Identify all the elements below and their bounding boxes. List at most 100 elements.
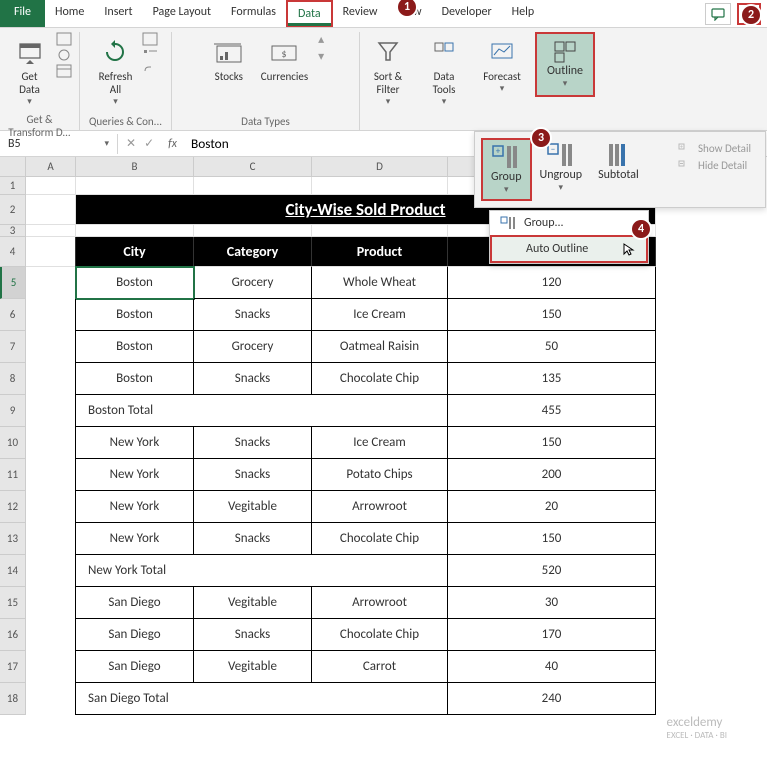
cell[interactable] bbox=[26, 363, 76, 395]
tab-data[interactable]: Data bbox=[286, 0, 333, 27]
cancel-icon[interactable]: ✕ bbox=[126, 136, 136, 151]
scroll-down-icon[interactable]: ▾ bbox=[318, 49, 324, 64]
data-cell[interactable]: San Diego bbox=[76, 651, 194, 683]
cell[interactable] bbox=[26, 267, 76, 299]
data-cell[interactable]: San Diego Total bbox=[76, 683, 194, 715]
data-cell[interactable]: Snacks bbox=[194, 427, 312, 459]
row-header-18[interactable]: 18 bbox=[0, 683, 26, 715]
cell[interactable] bbox=[76, 225, 194, 237]
currencies-button[interactable]: $ Currencies bbox=[255, 32, 314, 87]
cell[interactable] bbox=[194, 177, 312, 195]
row-header-13[interactable]: 13 bbox=[0, 523, 26, 555]
cell[interactable] bbox=[26, 237, 76, 267]
tab-insert[interactable]: Insert bbox=[94, 0, 142, 27]
data-cell[interactable]: Snacks bbox=[194, 619, 312, 651]
data-cell[interactable]: Whole Wheat bbox=[312, 267, 448, 299]
tab-help[interactable]: Help bbox=[502, 0, 545, 27]
data-cell[interactable]: San Diego bbox=[76, 619, 194, 651]
data-cell[interactable]: Snacks bbox=[194, 299, 312, 331]
cell[interactable] bbox=[26, 427, 76, 459]
data-cell[interactable]: Boston bbox=[76, 267, 194, 299]
scroll-up-icon[interactable]: ▴ bbox=[318, 32, 324, 47]
data-cell[interactable]: 170 bbox=[448, 619, 656, 651]
data-cell[interactable]: Boston bbox=[76, 331, 194, 363]
cell[interactable] bbox=[26, 523, 76, 555]
row-header-3[interactable]: 3 bbox=[0, 225, 26, 237]
data-cell[interactable]: Arrowroot bbox=[312, 587, 448, 619]
data-cell[interactable]: New York bbox=[76, 459, 194, 491]
edit-links-icon[interactable] bbox=[142, 64, 158, 78]
col-header-C[interactable]: C bbox=[194, 157, 312, 177]
row-header-1[interactable]: 1 bbox=[0, 177, 26, 195]
stocks-button[interactable]: Stocks bbox=[207, 32, 251, 87]
cell[interactable] bbox=[26, 395, 76, 427]
data-cell[interactable]: 30 bbox=[448, 587, 656, 619]
data-cell[interactable]: 20 bbox=[448, 491, 656, 523]
name-box[interactable]: B5 ▾ bbox=[0, 134, 118, 154]
data-cell[interactable]: Grocery bbox=[194, 331, 312, 363]
cell[interactable] bbox=[26, 619, 76, 651]
data-cell[interactable] bbox=[312, 555, 448, 587]
get-data-button[interactable]: Get Data ▾ bbox=[8, 32, 52, 111]
data-cell[interactable]: Boston bbox=[76, 363, 194, 395]
data-cell[interactable]: 455 bbox=[448, 395, 656, 427]
enter-icon[interactable]: ✓ bbox=[144, 136, 154, 151]
table-header[interactable]: Category bbox=[194, 237, 312, 267]
outline-button[interactable]: Outline ▾ bbox=[535, 32, 595, 97]
cell[interactable] bbox=[26, 331, 76, 363]
data-cell[interactable]: Vegitable bbox=[194, 651, 312, 683]
data-cell[interactable] bbox=[194, 683, 312, 715]
data-cell[interactable]: San Diego bbox=[76, 587, 194, 619]
cell[interactable] bbox=[26, 651, 76, 683]
tab-developer[interactable]: Developer bbox=[432, 0, 502, 27]
forecast-button[interactable]: Forecast ▾ bbox=[477, 32, 527, 98]
data-cell[interactable]: Ice Cream bbox=[312, 427, 448, 459]
menu-item-group[interactable]: Group... bbox=[490, 211, 648, 235]
row-header-7[interactable]: 7 bbox=[0, 331, 26, 363]
data-cell[interactable]: 135 bbox=[448, 363, 656, 395]
data-cell[interactable]: Boston Total bbox=[76, 395, 194, 427]
cell[interactable] bbox=[312, 177, 448, 195]
show-detail-button[interactable]: + Show Detail bbox=[678, 142, 751, 155]
cell[interactable] bbox=[26, 195, 76, 225]
queries-icon[interactable] bbox=[142, 32, 158, 46]
tab-page-layout[interactable]: Page Layout bbox=[143, 0, 221, 27]
row-header-15[interactable]: 15 bbox=[0, 587, 26, 619]
cell[interactable] bbox=[26, 683, 76, 715]
data-cell[interactable]: New York bbox=[76, 427, 194, 459]
row-header-16[interactable]: 16 bbox=[0, 619, 26, 651]
data-cell[interactable]: Grocery bbox=[194, 267, 312, 299]
data-cell[interactable]: Boston bbox=[76, 299, 194, 331]
cell[interactable] bbox=[26, 587, 76, 619]
row-header-11[interactable]: 11 bbox=[0, 459, 26, 491]
row-header-2[interactable]: 2 bbox=[0, 195, 26, 225]
tab-home[interactable]: Home bbox=[45, 0, 94, 27]
data-cell[interactable]: Oatmeal Raisin bbox=[312, 331, 448, 363]
row-header-5[interactable]: 5 bbox=[0, 267, 26, 299]
data-cell[interactable]: 200 bbox=[448, 459, 656, 491]
select-all-corner[interactable] bbox=[0, 157, 26, 177]
menu-item-auto-outline[interactable]: Auto Outline bbox=[490, 235, 648, 263]
data-cell[interactable]: Snacks bbox=[194, 363, 312, 395]
table-header[interactable]: City bbox=[76, 237, 194, 267]
refresh-all-button[interactable]: Refresh All ▾ bbox=[93, 32, 139, 111]
col-header-B[interactable]: B bbox=[76, 157, 194, 177]
data-cell[interactable]: Vegitable bbox=[194, 491, 312, 523]
data-cell[interactable]: 50 bbox=[448, 331, 656, 363]
data-cell[interactable]: 120 bbox=[448, 267, 656, 299]
row-header-6[interactable]: 6 bbox=[0, 299, 26, 331]
data-cell[interactable] bbox=[312, 683, 448, 715]
data-cell[interactable]: Arrowroot bbox=[312, 491, 448, 523]
data-cell[interactable]: Snacks bbox=[194, 459, 312, 491]
file-tab[interactable]: File bbox=[0, 0, 45, 27]
tab-formulas[interactable]: Formulas bbox=[221, 0, 286, 27]
data-cell[interactable]: 150 bbox=[448, 299, 656, 331]
data-cell[interactable]: Potato Chips bbox=[312, 459, 448, 491]
data-tools-button[interactable]: Data Tools ▾ bbox=[422, 32, 466, 111]
cell[interactable] bbox=[312, 225, 448, 237]
cell[interactable] bbox=[76, 177, 194, 195]
properties-icon[interactable] bbox=[142, 48, 158, 62]
subtotal-button[interactable]: Subtotal bbox=[590, 138, 647, 186]
row-header-12[interactable]: 12 bbox=[0, 491, 26, 523]
cell[interactable] bbox=[26, 491, 76, 523]
